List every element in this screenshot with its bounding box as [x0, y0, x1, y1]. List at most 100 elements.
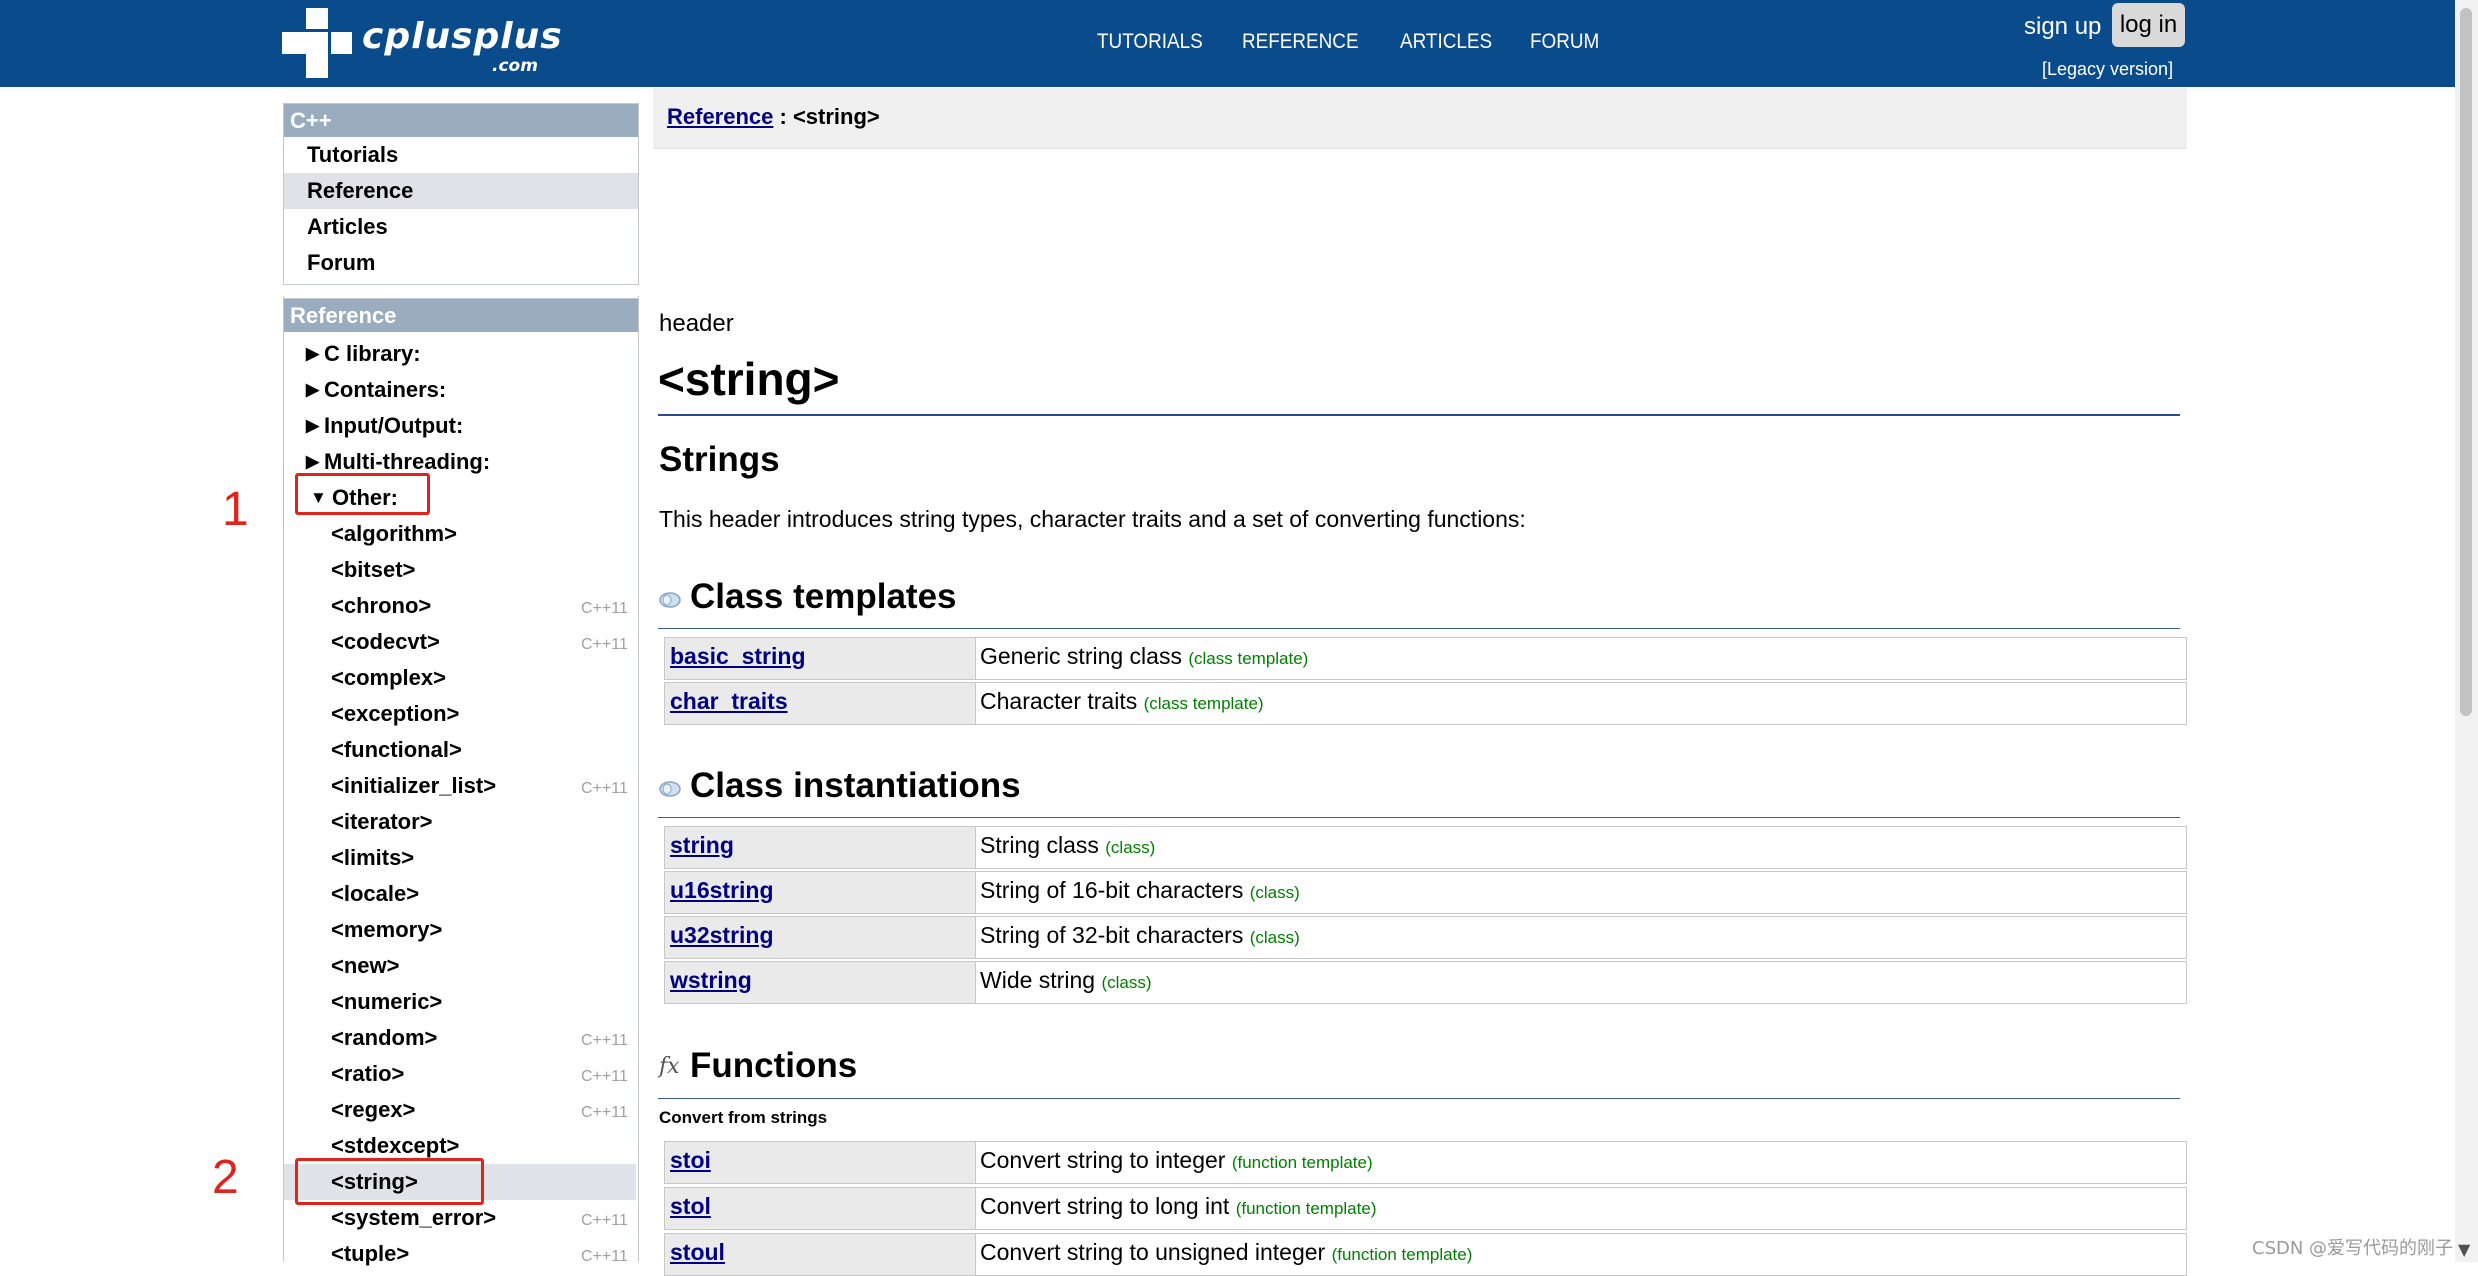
- breadcrumb-bar: [653, 88, 2187, 149]
- ref-subitem-initializer-list[interactable]: <initializer_list> C++11: [284, 768, 636, 804]
- ref-subitem-complex[interactable]: <complex>: [284, 660, 636, 696]
- sidebar-item-reference[interactable]: Reference: [284, 173, 638, 209]
- breadcrumb-current: <string>: [792, 104, 880, 129]
- expand-arrow-icon: ▶: [306, 380, 320, 399]
- ref-subitem-exception[interactable]: <exception>: [284, 696, 636, 732]
- logo-subtext: .com: [492, 56, 538, 76]
- ref-item-label: C library:: [324, 341, 421, 366]
- stoi-link[interactable]: stoi: [670, 1147, 711, 1174]
- sidebar-reference-title: Reference: [284, 299, 638, 332]
- u16string-link[interactable]: u16string: [670, 877, 774, 904]
- intro-text: This header introduces string types, cha…: [659, 506, 1526, 532]
- table-row: basic_string Generic string class (class…: [664, 637, 2187, 680]
- main-nav: TUTORIALS REFERENCE ARTICLES FORUM: [1097, 30, 1635, 54]
- nav-articles[interactable]: ARTICLES: [1400, 30, 1492, 54]
- table-row: char_traits Character traits (class temp…: [664, 682, 2187, 725]
- u32string-link[interactable]: u32string: [670, 922, 774, 949]
- page-title: <string>: [658, 353, 840, 405]
- sidebar-item-tutorials[interactable]: Tutorials: [284, 137, 638, 173]
- legacy-version-link[interactable]: [Legacy version]: [2042, 59, 2173, 80]
- scrollbar-thumb[interactable]: [2460, 8, 2472, 716]
- string-link[interactable]: string: [670, 832, 734, 859]
- row-kind: (class template): [1188, 649, 1309, 668]
- table-row: stol Convert string to long int (functio…: [664, 1187, 2187, 1230]
- row-description: Convert string to unsigned integer: [980, 1239, 1326, 1265]
- class-instantiations-heading: Class instantiations: [690, 766, 1021, 805]
- ref-item-label: Containers:: [324, 377, 447, 402]
- nav-tutorials[interactable]: TUTORIALS: [1097, 30, 1203, 54]
- class-templates-divider: [658, 628, 2180, 629]
- table-row: stoi Convert string to integer (function…: [664, 1141, 2187, 1184]
- ref-subitem-functional[interactable]: <functional>: [284, 732, 636, 768]
- ref-subitem-ratio[interactable]: <ratio> C++11: [284, 1056, 636, 1092]
- nav-reference[interactable]: REFERENCE: [1242, 30, 1359, 54]
- ref-subitem-regex[interactable]: <regex> C++11: [284, 1092, 636, 1128]
- row-kind: (class): [1249, 928, 1300, 947]
- logo-text: cplusplus: [362, 16, 563, 57]
- scroll-down-arrow-icon[interactable]: ▼: [2458, 1240, 2470, 1259]
- convert-from-strings-caption: Convert from strings: [659, 1108, 828, 1127]
- ref-subitem-algorithm[interactable]: <algorithm>: [284, 516, 636, 552]
- breadcrumb-reference-link[interactable]: Reference: [667, 104, 773, 129]
- annotation-marker-1: 1: [222, 483, 249, 536]
- row-description: Wide string: [980, 967, 1096, 993]
- strings-heading: Strings: [659, 440, 780, 479]
- ref-item-input-output[interactable]: ▶ Input/Output:: [284, 408, 636, 444]
- basic-string-link[interactable]: basic_string: [670, 643, 806, 670]
- annotation-marker-2: 2: [212, 1151, 239, 1204]
- ref-subitem-codecvt[interactable]: <codecvt> C++11: [284, 624, 636, 660]
- row-description: String class: [980, 832, 1099, 858]
- title-divider: [658, 414, 2180, 416]
- row-kind: (function template): [1235, 1199, 1377, 1218]
- table-row: stoul Convert string to unsigned integer…: [664, 1233, 2187, 1276]
- class-instantiations-divider: [658, 817, 2180, 818]
- ref-subitem-memory[interactable]: <memory>: [284, 912, 636, 948]
- row-kind: (function template): [1231, 1153, 1373, 1172]
- annotation-box-string: [295, 1158, 484, 1205]
- sidebar-cpp-box: C++ Tutorials Reference Articles Forum: [283, 103, 639, 285]
- sign-up-link[interactable]: sign up: [2024, 13, 2101, 41]
- function-icon: fx: [659, 1054, 680, 1079]
- row-description: Convert string to integer: [980, 1147, 1226, 1173]
- ref-subitem-bitset[interactable]: <bitset>: [284, 552, 636, 588]
- ref-subitem-chrono[interactable]: <chrono> C++11: [284, 588, 636, 624]
- char-traits-link[interactable]: char_traits: [670, 688, 788, 715]
- row-description: Character traits: [980, 688, 1138, 714]
- header-label: header: [659, 310, 734, 337]
- table-row: u16string String of 16-bit characters (c…: [664, 871, 2187, 914]
- class-icon: [659, 781, 681, 797]
- log-in-button[interactable]: log in: [2112, 3, 2185, 47]
- breadcrumb-separator: :: [773, 104, 793, 129]
- row-description: String of 32-bit characters: [980, 922, 1244, 948]
- breadcrumb: Reference : <string>: [667, 104, 880, 130]
- ref-item-containers[interactable]: ▶ Containers:: [284, 372, 636, 408]
- class-templates-heading: Class templates: [690, 577, 957, 616]
- ref-subitem-iterator[interactable]: <iterator>: [284, 804, 636, 840]
- ref-subitem-new[interactable]: <new>: [284, 948, 636, 984]
- csdn-watermark: CSDN @爱写代码的刚子: [2252, 1238, 2454, 1259]
- ref-subitem-random[interactable]: <random> C++11: [284, 1020, 636, 1056]
- row-description: Generic string class: [980, 643, 1182, 669]
- nav-forum[interactable]: FORUM: [1530, 30, 1599, 54]
- row-kind: (class): [1101, 973, 1152, 992]
- ref-item-c-library[interactable]: ▶ C library:: [284, 336, 636, 372]
- ref-subitem-locale[interactable]: <locale>: [284, 876, 636, 912]
- row-kind: (class): [1249, 883, 1300, 902]
- wstring-link[interactable]: wstring: [670, 967, 752, 994]
- sidebar-item-articles[interactable]: Articles: [284, 209, 638, 245]
- functions-divider: [658, 1098, 2180, 1099]
- table-row: string String class (class): [664, 826, 2187, 869]
- sidebar-reference-box: Reference: [283, 298, 639, 334]
- sidebar-cpp-title: C++: [284, 104, 638, 137]
- table-row: wstring Wide string (class): [664, 961, 2187, 1004]
- row-kind: (class template): [1143, 694, 1264, 713]
- row-kind: (function template): [1331, 1245, 1473, 1264]
- row-description: String of 16-bit characters: [980, 877, 1244, 903]
- sidebar-item-forum[interactable]: Forum: [284, 245, 638, 281]
- ref-subitem-limits[interactable]: <limits>: [284, 840, 636, 876]
- ref-subitem-numeric[interactable]: <numeric>: [284, 984, 636, 1020]
- top-bar: cplusplus .com TUTORIALS REFERENCE ARTIC…: [0, 0, 2478, 87]
- ref-subitem-system-error[interactable]: <system_error> C++11: [284, 1200, 636, 1236]
- stol-link[interactable]: stol: [670, 1193, 711, 1220]
- ref-subitem-tuple[interactable]: <tuple> C++11: [284, 1236, 636, 1272]
